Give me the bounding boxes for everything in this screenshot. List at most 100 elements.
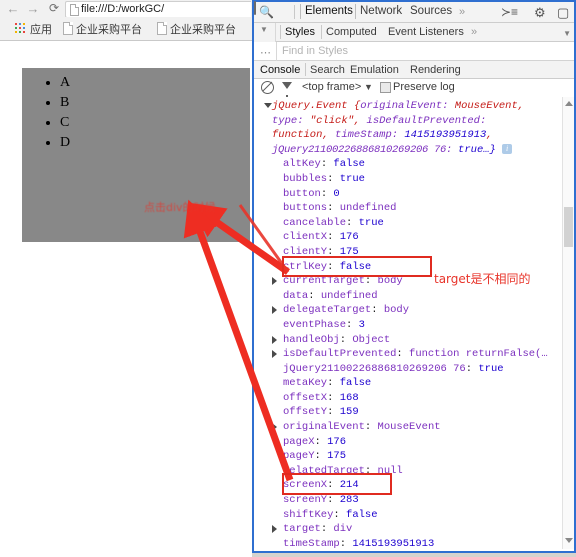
tab-search[interactable]: Search (310, 64, 345, 76)
browser-window: ← → ⟳ file:///D:/workGC/ 应用 企业采购平台 企业采购平… (0, 0, 252, 557)
disclosure-triangle-icon[interactable] (272, 525, 277, 534)
property-value: 1415193951913 (352, 537, 435, 549)
property-colon: : (320, 187, 334, 200)
bookmark-apps-label: 应用 (30, 24, 52, 36)
object-header-line[interactable]: jQuery.Event {originalEvent: MouseEvent, (261, 99, 561, 114)
devtools-panel: 🔍 Elements Network Sources » ≻≡ ⚙ ▢ ▼ ▶ … (252, 0, 576, 553)
console-scrollbar[interactable] (562, 97, 574, 549)
scroll-up-icon[interactable] (565, 101, 573, 106)
bookmark-apps[interactable]: 应用 (30, 21, 52, 36)
gray-content-div[interactable]: A B C D (22, 68, 250, 242)
tab-divider (321, 25, 322, 39)
scrollbar-thumb[interactable] (564, 207, 573, 247)
tab-network[interactable]: Network (360, 5, 402, 17)
tab-rendering[interactable]: Rendering (410, 64, 461, 76)
property-name: screenX (283, 479, 328, 492)
property-value: true (339, 172, 365, 185)
property-colon: : (327, 231, 340, 244)
object-title: jQuery.Event (272, 100, 348, 112)
hdr-key: originalEvent: (360, 100, 455, 112)
dock-window-icon[interactable]: ▢ (557, 5, 569, 21)
more-styles-tabs-icon[interactable]: » (471, 26, 477, 38)
preserve-log-checkbox[interactable] (380, 82, 391, 93)
property-colon: : (327, 479, 340, 492)
console-property-row[interactable]: originalEvent: MouseEvent (261, 420, 561, 435)
console-property-row[interactable]: handleObj: Object (261, 333, 561, 348)
styles-tabs: Styles Computed Event Listeners » ▼ (276, 23, 574, 42)
property-value: 159 (339, 406, 359, 419)
address-bar[interactable]: file:///D:/workGC/ (65, 1, 251, 18)
tab-emulation[interactable]: Emulation (350, 64, 399, 76)
tab-computed[interactable]: Computed (326, 26, 377, 38)
console-property-row: pageY: 175 (261, 449, 561, 464)
apps-grid-icon[interactable] (15, 23, 25, 33)
property-value: Object (352, 333, 391, 346)
console-property-row[interactable]: target: div (261, 522, 561, 537)
gear-icon[interactable]: ⚙ (534, 5, 546, 21)
console-property-row[interactable]: isDefaultPrevented: function returnFalse… (261, 347, 561, 362)
property-value: false (339, 260, 372, 273)
console-property-row[interactable]: delegateTarget: body (261, 303, 561, 318)
disclosure-triangle-icon[interactable] (264, 103, 272, 108)
tab-sources[interactable]: Sources (410, 5, 452, 17)
tab-divider (305, 63, 306, 76)
tab-divider (355, 4, 356, 19)
list-item[interactable]: A (46, 73, 70, 93)
hdr-key: timeStamp: (335, 129, 405, 142)
console-property-row[interactable]: currentTarget: body (261, 274, 561, 289)
tab-styles[interactable]: Styles (285, 26, 315, 38)
frame-selector[interactable]: <top frame> (302, 81, 361, 93)
list-item[interactable]: D (46, 133, 70, 153)
property-value: 283 (339, 494, 359, 507)
property-colon: : (327, 391, 340, 404)
property-colon: : (346, 216, 359, 229)
console-drawer-icon[interactable]: ≻≡ (501, 5, 518, 19)
console-output: jQuery.Event {originalEvent: MouseEvent,… (254, 97, 574, 549)
list-item[interactable]: B (46, 93, 70, 113)
disclosure-triangle-icon[interactable] (272, 277, 277, 286)
property-value: 3 (358, 318, 365, 331)
property-value: 168 (339, 391, 359, 404)
reload-icon[interactable]: ⟳ (46, 1, 62, 16)
property-colon: : (327, 494, 340, 507)
property-value: div (333, 523, 353, 536)
find-in-styles-input[interactable]: Find in Styles (282, 45, 348, 57)
search-icon[interactable]: 🔍 (259, 5, 274, 19)
chevron-down-icon[interactable]: ▼ (364, 82, 373, 92)
clear-console-icon[interactable] (261, 81, 274, 94)
object-header-line: type: "click", isDefaultPrevented: (272, 114, 487, 127)
disclosure-triangle-icon[interactable] (272, 423, 277, 432)
device-toggle-icon[interactable] (254, 1, 256, 15)
disclosure-triangle-icon[interactable] (272, 350, 277, 359)
filter-menu-icon[interactable]: ⋯ (260, 46, 272, 59)
disclosure-triangle-icon[interactable] (272, 335, 277, 344)
property-name: bubbles (283, 172, 328, 185)
forward-icon[interactable]: → (25, 1, 41, 16)
property-colon: : (371, 304, 384, 317)
property-name: shiftKey (283, 508, 334, 521)
property-colon: : (333, 508, 347, 521)
tab-elements[interactable]: Elements (305, 5, 353, 17)
chevron-down-icon[interactable]: ▼ (563, 29, 571, 38)
scroll-down-icon[interactable] (565, 538, 573, 543)
more-tabs-icon[interactable]: » (459, 6, 465, 18)
bookmark-page-icon (63, 22, 73, 35)
console-property-row: jQuery21100226886810269206 76: true (261, 362, 561, 377)
list-item[interactable]: C (46, 113, 70, 133)
screenshot-root: ← → ⟳ file:///D:/workGC/ 应用 企业采购平台 企业采购平… (0, 0, 576, 557)
property-colon: : (346, 318, 359, 331)
chevron-down-icon[interactable]: ▼ (260, 25, 268, 34)
property-value: true (478, 362, 504, 375)
console-property-row: buttons: undefined (261, 201, 561, 216)
property-name: pageX (283, 435, 315, 448)
property-name: offsetY (283, 406, 328, 419)
tab-event-listeners[interactable]: Event Listeners (388, 26, 464, 38)
back-icon[interactable]: ← (5, 1, 21, 16)
disclosure-triangle-icon[interactable] (272, 306, 277, 315)
console-property-row: offsetX: 168 (261, 391, 561, 406)
property-value: undefined (339, 202, 397, 215)
bookmarks-bar: 应用 企业采购平台 企业采购平台 (0, 17, 252, 41)
info-icon[interactable]: i (502, 143, 513, 154)
filter-icon[interactable] (282, 82, 292, 99)
tab-console[interactable]: Console (260, 64, 300, 76)
